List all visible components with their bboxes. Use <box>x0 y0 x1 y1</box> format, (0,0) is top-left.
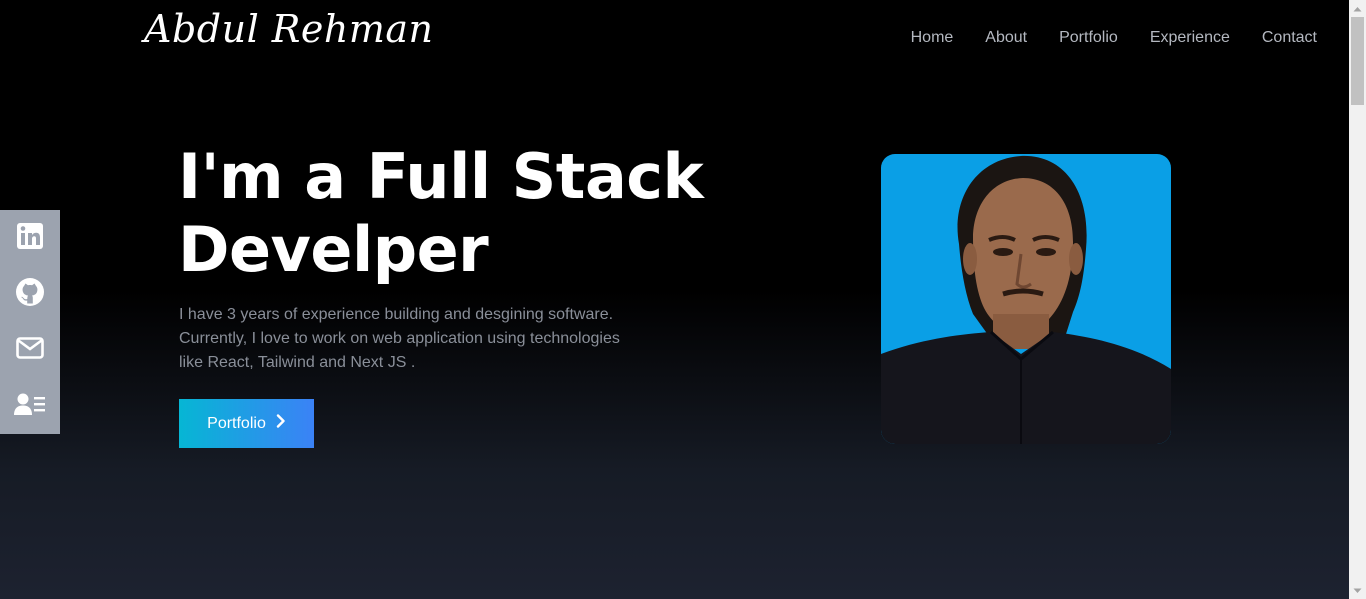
portfolio-button-label: Portfolio <box>207 414 266 432</box>
portfolio-button[interactable]: Portfolio <box>179 399 314 448</box>
logo[interactable]: Abdul Rehman <box>144 10 434 48</box>
nav-item-portfolio[interactable]: Portfolio <box>1059 29 1118 47</box>
resume-icon <box>14 392 46 420</box>
hero-description: I have 3 years of experience building an… <box>179 306 620 371</box>
github-icon <box>15 277 45 311</box>
scroll-down-arrow-icon[interactable] <box>1349 582 1366 599</box>
scrollbar-thumb[interactable] <box>1351 17 1364 105</box>
hero-title: I'm a Full Stack Develper <box>178 140 778 286</box>
social-item-mail[interactable] <box>0 322 60 378</box>
hero-title-line1: I'm a Full Stack <box>178 140 704 213</box>
hero-title-line2: Develper <box>178 213 489 286</box>
scroll-up-arrow-icon[interactable] <box>1349 0 1366 17</box>
linkedin-icon <box>16 222 44 254</box>
nav-item-experience[interactable]: Experience <box>1150 29 1230 47</box>
main-nav: Home About Portfolio Experience Contact <box>911 29 1317 47</box>
page: Abdul Rehman Home About Portfolio Experi… <box>0 0 1349 599</box>
profile-photo <box>881 154 1171 444</box>
social-sidebar <box>0 210 60 434</box>
social-item-resume[interactable] <box>0 378 60 434</box>
chevron-right-icon <box>276 414 286 433</box>
social-item-github[interactable] <box>0 266 60 322</box>
social-item-linkedin[interactable] <box>0 210 60 266</box>
mail-icon <box>16 337 44 363</box>
nav-item-contact[interactable]: Contact <box>1262 29 1317 47</box>
nav-item-home[interactable]: Home <box>911 29 954 47</box>
nav-item-about[interactable]: About <box>985 29 1027 47</box>
page-scrollbar[interactable] <box>1349 0 1366 599</box>
